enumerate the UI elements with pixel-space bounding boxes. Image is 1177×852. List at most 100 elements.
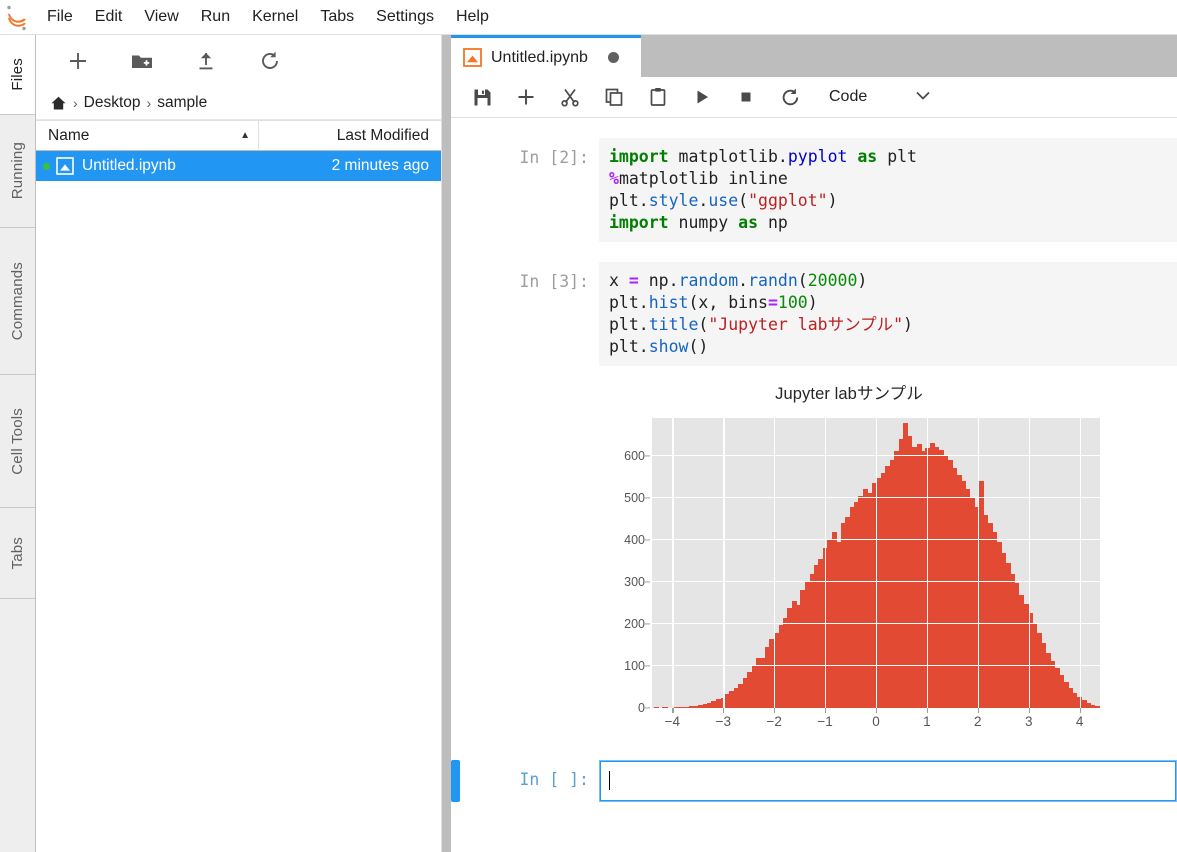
x-axis-tick-label: −3 <box>715 714 731 729</box>
sidebar-item-running[interactable]: Running <box>0 115 35 228</box>
jupyter-logo-icon <box>0 1 36 34</box>
tab-dirty-indicator[interactable] <box>607 52 619 63</box>
notebook-cell[interactable]: In [2]: import matplotlib.pyplot as plt … <box>451 138 1177 242</box>
y-axis-tick-label: 100 <box>624 658 645 673</box>
column-header-name-label: Name <box>48 126 90 144</box>
restart-icon <box>782 88 798 105</box>
y-axis-tick-label: 600 <box>624 448 645 463</box>
breadcrumb: › Desktop › sample <box>36 87 441 120</box>
file-list-item[interactable]: Untitled.ipynb 2 minutes ago <box>36 151 441 181</box>
menu-item-file[interactable]: File <box>36 0 84 34</box>
cell-editor[interactable]: import matplotlib.pyplot as plt %matplot… <box>599 138 1177 242</box>
y-axis-tick-label: 300 <box>624 574 645 589</box>
copy-button[interactable] <box>593 80 635 114</box>
sidebar-item-tabs[interactable]: Tabs <box>0 508 35 599</box>
plus-icon <box>518 89 534 105</box>
column-header-name[interactable]: Name ▲ <box>36 121 259 150</box>
breadcrumb-separator-1: › <box>73 95 78 111</box>
new-launcher-button[interactable] <box>46 41 110 81</box>
menu-item-view[interactable]: View <box>133 0 189 34</box>
insert-cell-button[interactable] <box>505 80 547 114</box>
x-axis-tick-label: −1 <box>817 714 833 729</box>
breadcrumb-separator-2: › <box>146 95 152 111</box>
y-axis-tick-mark <box>645 707 650 709</box>
y-axis-tick-mark <box>645 623 650 625</box>
cell-prompt: In [2]: <box>519 148 589 167</box>
x-axis-tick-label: 0 <box>872 714 880 729</box>
y-axis-tick-mark <box>645 539 650 541</box>
menu-item-settings[interactable]: Settings <box>365 0 445 34</box>
run-button[interactable] <box>681 80 723 114</box>
file-browser-toolbar <box>36 35 441 87</box>
refresh-icon <box>262 51 278 69</box>
restart-kernel-button[interactable] <box>769 80 811 114</box>
x-axis-tick-label: 1 <box>923 714 931 729</box>
chevron-down-icon <box>915 88 931 106</box>
jupyterlab-window: File Edit View Run Kernel Tabs Settings … <box>0 0 1177 852</box>
notebook-cell-active[interactable]: In [ ]: <box>451 760 1177 802</box>
scissors-icon <box>561 88 579 107</box>
matplotlib-figure: Jupyter labサンプル 0 100 200 300 400 500 600 −4 −3 −… <box>599 374 1100 740</box>
x-axis-tick-mark <box>1079 708 1081 713</box>
x-axis-tick-label: 4 <box>1075 714 1084 729</box>
running-indicator-icon <box>43 162 50 170</box>
menu-item-edit[interactable]: Edit <box>84 0 134 34</box>
x-axis-tick-mark <box>977 708 979 713</box>
sidebar-item-files-label: Files <box>9 58 26 91</box>
sidebar-item-files[interactable]: Files <box>0 35 35 115</box>
save-button[interactable] <box>461 80 503 114</box>
sort-ascending-icon: ▲ <box>240 130 250 141</box>
stop-icon <box>741 92 751 102</box>
text-caret <box>609 771 610 790</box>
plot-wrapper: 0 100 200 300 400 500 600 −4 −3 −2 −1 0 1 2 3 4 <box>599 410 1100 740</box>
gridline-horizontal <box>652 580 1100 582</box>
gridline-horizontal <box>652 622 1100 624</box>
tab-untitled-notebook[interactable]: Untitled.ipynb <box>451 35 641 77</box>
cell-selection-bar <box>451 138 460 242</box>
stop-button[interactable] <box>725 80 767 114</box>
histogram-bar <box>653 706 659 708</box>
column-header-last-modified[interactable]: Last Modified <box>259 127 441 145</box>
x-axis-tick-label: −2 <box>766 714 782 729</box>
cell-prompt: In [3]: <box>519 272 589 291</box>
notebook-cell[interactable]: In [3]: x = np.random.randn(20000) plt.h… <box>451 262 1177 366</box>
menu-item-run[interactable]: Run <box>190 0 241 34</box>
file-list-item-modified: 2 minutes ago <box>331 157 429 174</box>
cell-type-value: Code <box>829 88 868 105</box>
gridline-horizontal <box>652 454 1100 456</box>
upload-button[interactable] <box>174 41 238 81</box>
x-axis-tick-label: 3 <box>1024 714 1033 729</box>
cut-button[interactable] <box>549 80 591 114</box>
paste-button[interactable] <box>637 80 679 114</box>
new-folder-button[interactable] <box>110 41 174 81</box>
refresh-button[interactable] <box>238 41 302 81</box>
breadcrumb-item-desktop[interactable]: Desktop <box>84 94 141 112</box>
y-axis-tick-mark <box>645 665 650 667</box>
menu-item-tabs[interactable]: Tabs <box>309 0 365 34</box>
menu-item-help[interactable]: Help <box>445 0 500 34</box>
menu-item-kernel[interactable]: Kernel <box>241 0 309 34</box>
sidebar-item-cell-tools-label: Cell Tools <box>9 407 26 475</box>
panel-splitter-handle[interactable] <box>442 35 451 852</box>
cell-editor-active[interactable] <box>599 760 1177 802</box>
breadcrumb-item-sample[interactable]: sample <box>157 94 207 112</box>
chart-title: Jupyter labサンプル <box>775 385 923 403</box>
cell-type-select[interactable]: Code <box>829 88 931 106</box>
copy-icon <box>605 88 623 106</box>
x-axis-tick-mark <box>926 708 929 713</box>
x-axis-tick-label: 2 <box>974 714 982 729</box>
notebook-cell-list: In [2]: import matplotlib.pyplot as plt … <box>451 118 1177 852</box>
sidebar-item-commands[interactable]: Commands <box>0 228 35 375</box>
y-axis-tick-label: 400 <box>624 532 645 547</box>
cell-editor[interactable]: x = np.random.randn(20000) plt.hist(x, b… <box>599 262 1177 366</box>
home-icon[interactable] <box>50 95 67 111</box>
sidebar-item-running-label: Running <box>9 142 26 200</box>
y-axis-tick-mark <box>645 581 650 583</box>
sidebar-rail: Files Running Commands Cell Tools Tabs <box>0 35 36 852</box>
y-axis-tick-label: 500 <box>624 490 645 505</box>
sidebar-item-cell-tools[interactable]: Cell Tools <box>0 375 35 508</box>
x-axis-tick-mark <box>825 708 827 713</box>
file-browser-empty-area[interactable] <box>36 181 441 852</box>
play-icon <box>697 90 708 104</box>
x-axis-tick-mark <box>876 708 878 713</box>
